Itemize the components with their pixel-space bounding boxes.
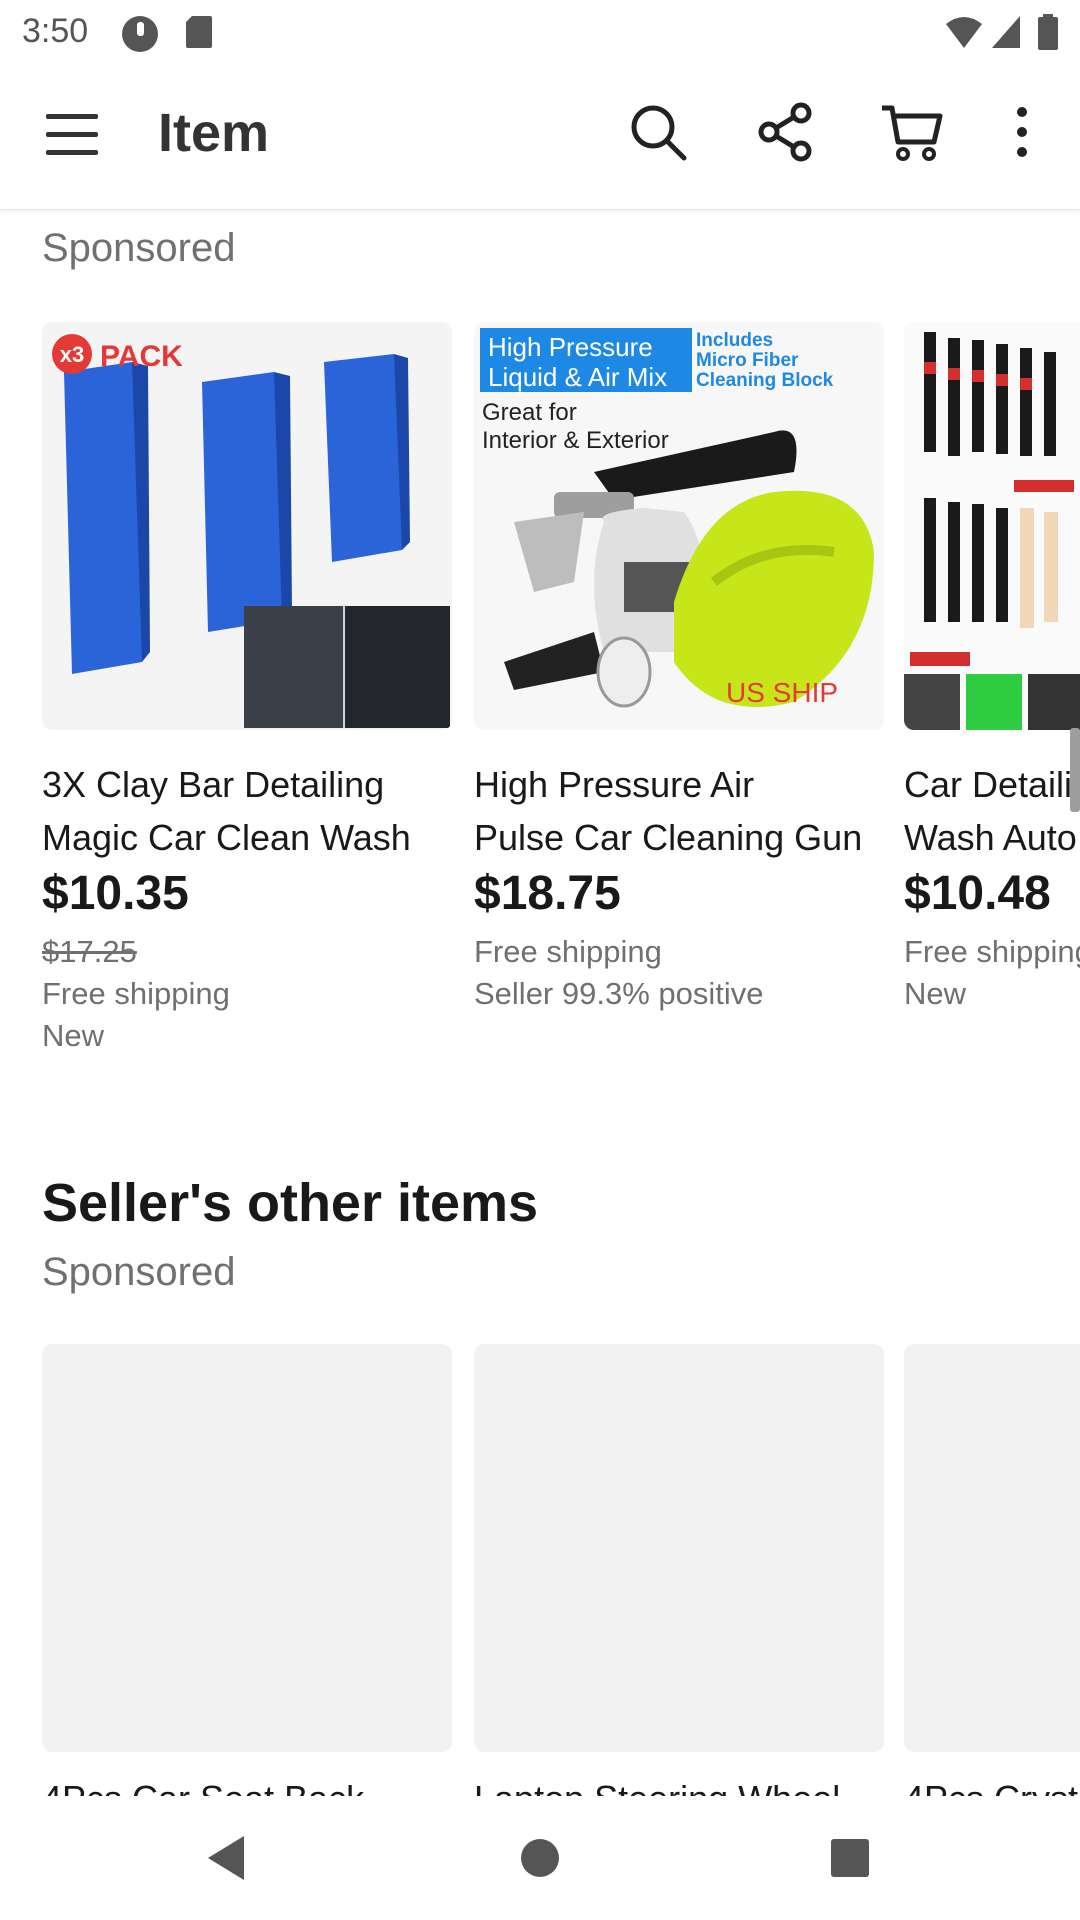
menu-icon[interactable]: [44, 106, 100, 162]
product-image-placeholder[interactable]: [904, 1344, 1080, 1752]
status-bar: 3:50: [0, 0, 1080, 64]
product-price: $18.75: [474, 867, 621, 920]
cart-icon[interactable]: [880, 100, 944, 164]
svg-text:Liquid & Air Mix: Liquid & Air Mix: [488, 362, 667, 392]
svg-text:US SHIP: US SHIP: [726, 677, 838, 708]
cell-signal-icon: [990, 14, 1022, 55]
svg-text:Cleaning Block: Cleaning Block: [696, 370, 834, 391]
shipping-info: Free shipping: [474, 934, 662, 969]
product-title: 4Pcs Crystal: [904, 1772, 1080, 1796]
app-bar: Item: [0, 64, 1080, 210]
privacy-indicator-icon: [120, 14, 160, 59]
scrollbar-thumb[interactable]: [1070, 728, 1080, 812]
product-title: Laptop Steering Wheel: [474, 1772, 894, 1796]
product-title: 4Pcs Car Seat Back: [42, 1772, 462, 1796]
shipping-info: Free shipping: [42, 976, 230, 1011]
svg-text:High Pressure: High Pressure: [488, 332, 653, 362]
sponsored-label: Sponsored: [42, 1250, 236, 1294]
wifi-icon: [944, 14, 984, 55]
sponsored-label: Sponsored: [42, 226, 236, 270]
svg-text:Includes: Includes: [696, 330, 773, 351]
svg-text:x3: x3: [60, 342, 84, 367]
svg-text:Great for: Great for: [482, 399, 577, 426]
product-image-brushes[interactable]: [904, 322, 1080, 730]
product-image-placeholder[interactable]: [42, 1344, 452, 1752]
recents-icon[interactable]: [818, 1826, 882, 1890]
back-icon[interactable]: [194, 1826, 258, 1890]
battery-icon: [1038, 14, 1058, 55]
product-price: $10.48: [904, 867, 1051, 920]
product-price: $10.35: [42, 867, 189, 920]
svg-text:Interior & Exterior: Interior & Exterior: [482, 427, 669, 454]
svg-text:Micro Fiber: Micro Fiber: [696, 350, 799, 371]
product-image-clay-bar[interactable]: x3 PACK: [42, 322, 452, 730]
product-title[interactable]: High Pressure Air Pulse Car Cleaning Gun: [474, 758, 894, 864]
item-condition: New: [904, 976, 967, 1011]
item-condition: New: [42, 1018, 105, 1053]
original-price: $17.25: [42, 934, 137, 969]
shipping-info: Free shipping: [904, 934, 1080, 969]
product-title[interactable]: 3X Clay Bar Detailing Magic Car Clean Wa…: [42, 758, 462, 864]
seller-items-carousel[interactable]: 4Pcs Car Seat Back Laptop Steering Wheel…: [0, 1344, 1080, 1796]
image-badge-text: PACK: [100, 340, 183, 373]
product-title[interactable]: Car Detailing Wash Auto: [904, 758, 1080, 864]
home-icon[interactable]: [508, 1826, 572, 1890]
page-title: Item: [158, 103, 270, 163]
search-icon[interactable]: [626, 100, 690, 164]
more-vert-icon[interactable]: [990, 100, 1054, 164]
share-icon[interactable]: [754, 100, 818, 164]
seller-rating: Seller 99.3% positive: [474, 976, 764, 1011]
status-time: 3:50: [22, 12, 89, 50]
product-image-placeholder[interactable]: [474, 1344, 884, 1752]
system-nav-bar: [0, 1796, 1080, 1920]
sponsored-carousel[interactable]: x3 PACK 3X Clay Bar Detailing Magic Car …: [0, 322, 1080, 1062]
sd-card-icon: [184, 14, 214, 55]
section-title-seller-items: Seller's other items: [42, 1173, 539, 1233]
product-image-air-gun[interactable]: High Pressure Liquid & Air Mix Includes …: [474, 322, 884, 730]
